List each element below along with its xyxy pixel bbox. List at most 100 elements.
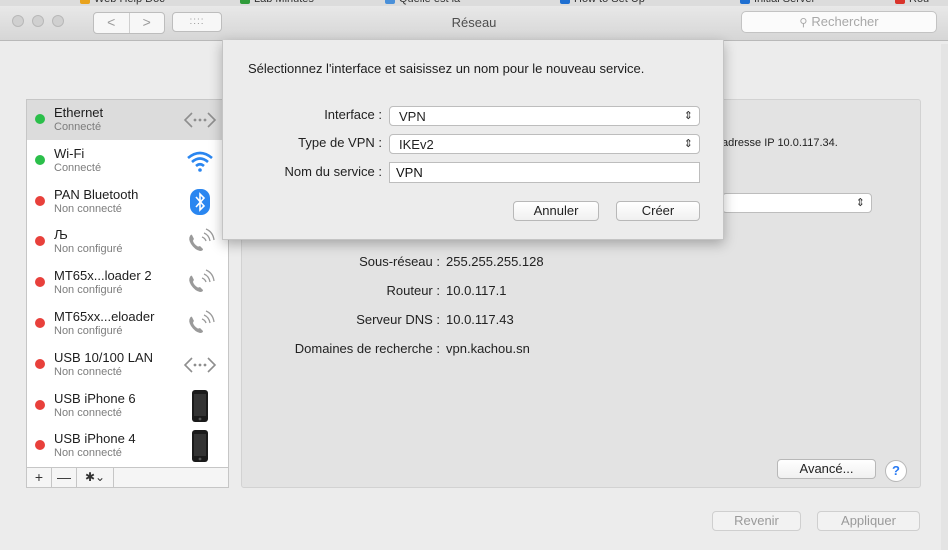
window-edge [941, 44, 948, 550]
subnet-value: 255.255.255.128 [446, 254, 544, 269]
status-dot-icon [35, 277, 45, 288]
sidebar-item-status: Non configuré [54, 284, 123, 297]
gear-icon[interactable]: ✱⌄ [77, 468, 114, 487]
service-list-toolbar: + — ✱⌄ [26, 467, 229, 488]
dns-server-value: 10.0.117.43 [446, 312, 514, 327]
browser-tab-label: Initial Server [754, 0, 815, 5]
status-dot-icon [35, 114, 45, 124]
sidebar-item-name: USB iPhone 4 [54, 431, 136, 447]
phone-icon [182, 267, 218, 299]
status-dot-icon [35, 440, 45, 451]
sidebar-item-name: MT65xx...eloader [54, 309, 155, 324]
sidebar-item-name: MT65x...loader 2 [54, 268, 152, 284]
sidebar-item-status: Non connecté [54, 202, 122, 215]
cancel-button[interactable]: Annuler [513, 201, 599, 221]
favicon-icon [895, 0, 905, 5]
sidebar-item[interactable]: Ethernet Connecté [27, 100, 228, 140]
status-dot-icon [35, 236, 45, 247]
search-domains-value: vpn.kachou.sn [446, 341, 530, 356]
sidebar-item-name: PAN Bluetooth [54, 186, 139, 202]
vpn-type-label: Type de VPN : [298, 135, 382, 150]
advanced-button[interactable]: Avancé... [777, 459, 876, 479]
interface-select[interactable]: VPN ⇕ [389, 106, 700, 126]
favicon-icon [740, 0, 750, 5]
browser-tab-label: Lab Minutes [254, 0, 314, 5]
sidebar-item-status: Connecté [54, 161, 102, 174]
browser-tab-label: How to Set Up [574, 0, 645, 5]
bluetooth-icon [182, 186, 218, 218]
chevron-updown-icon: ⇕ [855, 197, 865, 209]
sidebar-item[interactable]: USB iPhone 4 Non connecté [27, 426, 228, 466]
subnet-label: Sous-réseau : [359, 254, 440, 269]
sidebar-item-name: Wi-Fi [54, 145, 85, 161]
title-bar: < > :::: Réseau ⚲ Rechercher [0, 6, 948, 41]
sidebar-item-status: Non configuré [54, 325, 123, 337]
search-input[interactable]: ⚲ Rechercher [741, 11, 937, 33]
chevron-updown-icon: ⇕ [683, 138, 693, 150]
configure-ipv4-select[interactable]: ⇕ [722, 193, 872, 213]
phone-icon [182, 226, 218, 258]
sidebar-item[interactable]: MT65x...loader 2 Non configuré [27, 263, 228, 303]
router-label: Routeur : [386, 283, 440, 298]
help-button[interactable]: ? [885, 460, 907, 482]
service-name-label: Nom du service : [284, 164, 382, 179]
search-domains-label: Domaines de recherche : [294, 341, 440, 356]
iphone-icon [182, 430, 218, 463]
browser-tab-label: Rou [909, 0, 929, 5]
router-value: 10.0.117.1 [446, 283, 507, 298]
sidebar-item-name: Љ [54, 227, 68, 243]
status-dot-icon [35, 318, 45, 328]
favicon-icon [385, 0, 395, 5]
remove-service-button[interactable]: — [52, 468, 77, 487]
new-service-sheet: Sélectionnez l'interface et saisissez un… [222, 40, 724, 240]
browser-tab[interactable]: Lab Minutes [240, 0, 314, 5]
status-dot-icon [35, 358, 45, 369]
sidebar-item-status: Non connecté [54, 365, 122, 378]
vpn-type-select[interactable]: IKEv2 ⇕ [389, 134, 700, 154]
phone-icon [182, 308, 218, 340]
sidebar-item-name: USB iPhone 6 [54, 390, 136, 406]
browser-tab[interactable]: How to Set Up [560, 0, 645, 5]
service-name-input[interactable] [389, 162, 700, 183]
browser-tab[interactable]: Web Help Doc [80, 0, 165, 5]
sheet-prompt: Sélectionnez l'interface et saisissez un… [248, 61, 645, 76]
dns-server-label: Serveur DNS : [356, 312, 440, 327]
sidebar-item[interactable]: MT65xx...eloader Non configuré [27, 304, 228, 344]
search-icon: ⚲ [799, 17, 808, 29]
search-placeholder: Rechercher [811, 14, 879, 29]
sidebar-item[interactable]: USB 10/100 LAN Non connecté [27, 345, 228, 385]
service-list: Ethernet Connecté Wi-Fi Connecté PAN Bluetoo… [26, 99, 229, 488]
sidebar-item-name: Ethernet [54, 105, 104, 120]
sidebar-item[interactable]: Љ Non configuré [27, 222, 228, 262]
apply-button[interactable]: Appliquer [817, 511, 920, 531]
sidebar-item-name: USB 10/100 LAN [54, 349, 154, 365]
sidebar-item-status: Non configuré [54, 243, 123, 256]
arrows-icon [182, 349, 218, 381]
status-text: adresse IP 10.0.117.34. [722, 137, 838, 149]
add-service-button[interactable]: + [27, 468, 52, 487]
favicon-icon [80, 0, 90, 5]
favicon-icon [560, 0, 570, 5]
revert-button[interactable]: Revenir [712, 511, 801, 531]
status-dot-icon [35, 154, 45, 165]
sidebar-item[interactable]: USB iPhone 6 Non connecté [27, 386, 228, 426]
browser-tab-label: Quelle est la [399, 0, 460, 5]
status-dot-icon [35, 195, 45, 206]
arrows-icon [182, 104, 218, 136]
chevron-updown-icon: ⇕ [683, 110, 693, 122]
vpn-type-value: IKEv2 [399, 137, 434, 152]
interface-label: Interface : [324, 107, 382, 122]
interface-value: VPN [399, 109, 426, 124]
create-button[interactable]: Créer [616, 201, 700, 221]
wifi-icon [182, 145, 218, 177]
sidebar-item-status: Non connecté [54, 406, 122, 419]
status-dot-icon [35, 399, 45, 410]
sidebar-item-status: Non connecté [54, 447, 122, 460]
browser-tab[interactable]: Initial Server [740, 0, 815, 5]
sidebar-item[interactable]: PAN Bluetooth Non connecté [27, 182, 228, 222]
browser-tab[interactable]: Rou [895, 0, 929, 5]
favicon-icon [240, 0, 250, 5]
sidebar-item[interactable]: Wi-Fi Connecté [27, 141, 228, 181]
browser-tab[interactable]: Quelle est la [385, 0, 460, 5]
iphone-icon [182, 389, 218, 422]
